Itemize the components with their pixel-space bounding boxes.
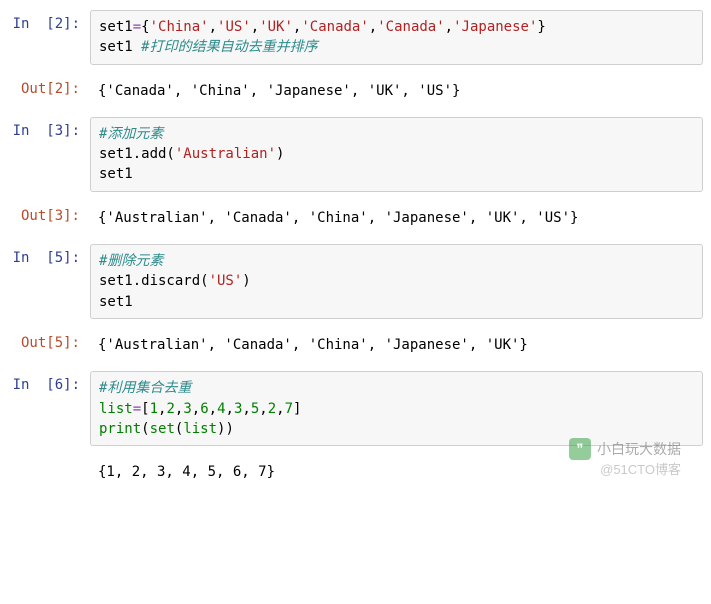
num: 2 bbox=[166, 401, 174, 417]
call: set1.discard( bbox=[99, 273, 209, 289]
bracket-open: [ bbox=[141, 401, 149, 417]
watermark-sub: @51CTO博客 bbox=[600, 459, 681, 478]
num: 3 bbox=[183, 401, 191, 417]
comma: , bbox=[209, 401, 217, 417]
watermark: ❞ 小白玩大数据 bbox=[569, 438, 681, 460]
watermark-text: 小白玩大数据 bbox=[597, 439, 681, 459]
output-3: {'Australian', 'Canada', 'China', 'Japan… bbox=[90, 202, 703, 234]
prompt-in-3: In [3]: bbox=[8, 117, 90, 192]
comma: , bbox=[209, 19, 217, 35]
paren-close: )) bbox=[217, 421, 234, 437]
prompt-in-6: In [6]: bbox=[8, 371, 90, 446]
prompt-in-2: In [2]: bbox=[8, 10, 90, 65]
cell-in-2: In [2]: set1={'China','US','UK','Canada'… bbox=[8, 10, 703, 65]
output-5: {'Australian', 'Canada', 'China', 'Japan… bbox=[90, 329, 703, 361]
comma: , bbox=[369, 19, 377, 35]
cell-out-5: Out[5]: {'Australian', 'Canada', 'China'… bbox=[8, 329, 703, 361]
str: 'China' bbox=[150, 19, 209, 35]
num: 7 bbox=[285, 401, 293, 417]
eq: = bbox=[133, 401, 141, 417]
prompt-in-5: In [5]: bbox=[8, 244, 90, 319]
cell-in-3: In [3]: #添加元素 set1.add('Australian') set… bbox=[8, 117, 703, 192]
var-list: list bbox=[99, 401, 133, 417]
eq: = bbox=[133, 19, 141, 35]
num: 1 bbox=[150, 401, 158, 417]
output-2: {'Canada', 'China', 'Japanese', 'UK', 'U… bbox=[90, 75, 703, 107]
comment: #添加元素 bbox=[99, 126, 163, 142]
num: 2 bbox=[268, 401, 276, 417]
brace-close: } bbox=[537, 19, 545, 35]
prompt-out-6 bbox=[8, 456, 90, 488]
comma: , bbox=[192, 401, 200, 417]
str: 'Japanese' bbox=[453, 19, 537, 35]
comma: , bbox=[251, 19, 259, 35]
call: set1.add( bbox=[99, 146, 175, 162]
comma: , bbox=[259, 401, 267, 417]
cell-in-5: In [5]: #删除元素 set1.discard('US') set1 bbox=[8, 244, 703, 319]
brace-open: { bbox=[141, 19, 149, 35]
str: 'Canada' bbox=[377, 19, 444, 35]
comment: #打印的结果自动去重并排序 bbox=[141, 39, 317, 55]
paren-close: ) bbox=[242, 273, 250, 289]
num: 6 bbox=[200, 401, 208, 417]
str: 'UK' bbox=[259, 19, 293, 35]
comma: , bbox=[276, 401, 284, 417]
code-input-2[interactable]: set1={'China','US','UK','Canada','Canada… bbox=[90, 10, 703, 65]
wechat-icon: ❞ bbox=[569, 438, 591, 460]
str: 'Canada' bbox=[301, 19, 368, 35]
cell-in-6: In [6]: #利用集合去重 list=[1,2,3,6,4,3,5,2,7]… bbox=[8, 371, 703, 446]
set: set bbox=[150, 421, 175, 437]
comma: , bbox=[242, 401, 250, 417]
code-input-5[interactable]: #删除元素 set1.discard('US') set1 bbox=[90, 244, 703, 319]
list: list bbox=[183, 421, 217, 437]
prompt-out-2: Out[2]: bbox=[8, 75, 90, 107]
paren-open: ( bbox=[141, 421, 149, 437]
str: 'US' bbox=[217, 19, 251, 35]
prompt-out-5: Out[5]: bbox=[8, 329, 90, 361]
comma: , bbox=[226, 401, 234, 417]
comment: #删除元素 bbox=[99, 253, 163, 269]
cell-out-2: Out[2]: {'Canada', 'China', 'Japanese', … bbox=[8, 75, 703, 107]
comment: #利用集合去重 bbox=[99, 380, 191, 396]
cell-out-3: Out[3]: {'Australian', 'Canada', 'China'… bbox=[8, 202, 703, 234]
var: set1 bbox=[99, 19, 133, 35]
var: set1 bbox=[99, 39, 141, 55]
prompt-out-3: Out[3]: bbox=[8, 202, 90, 234]
var: set1 bbox=[99, 166, 133, 182]
comma: , bbox=[445, 19, 453, 35]
bracket-close: ] bbox=[293, 401, 301, 417]
print: print bbox=[99, 421, 141, 437]
cell-out-6: {1, 2, 3, 4, 5, 6, 7} bbox=[8, 456, 703, 488]
num: 4 bbox=[217, 401, 225, 417]
paren-close: ) bbox=[276, 146, 284, 162]
code-input-3[interactable]: #添加元素 set1.add('Australian') set1 bbox=[90, 117, 703, 192]
str: 'Australian' bbox=[175, 146, 276, 162]
str: 'US' bbox=[209, 273, 243, 289]
var: set1 bbox=[99, 294, 133, 310]
code-input-6[interactable]: #利用集合去重 list=[1,2,3,6,4,3,5,2,7] print(s… bbox=[90, 371, 703, 446]
